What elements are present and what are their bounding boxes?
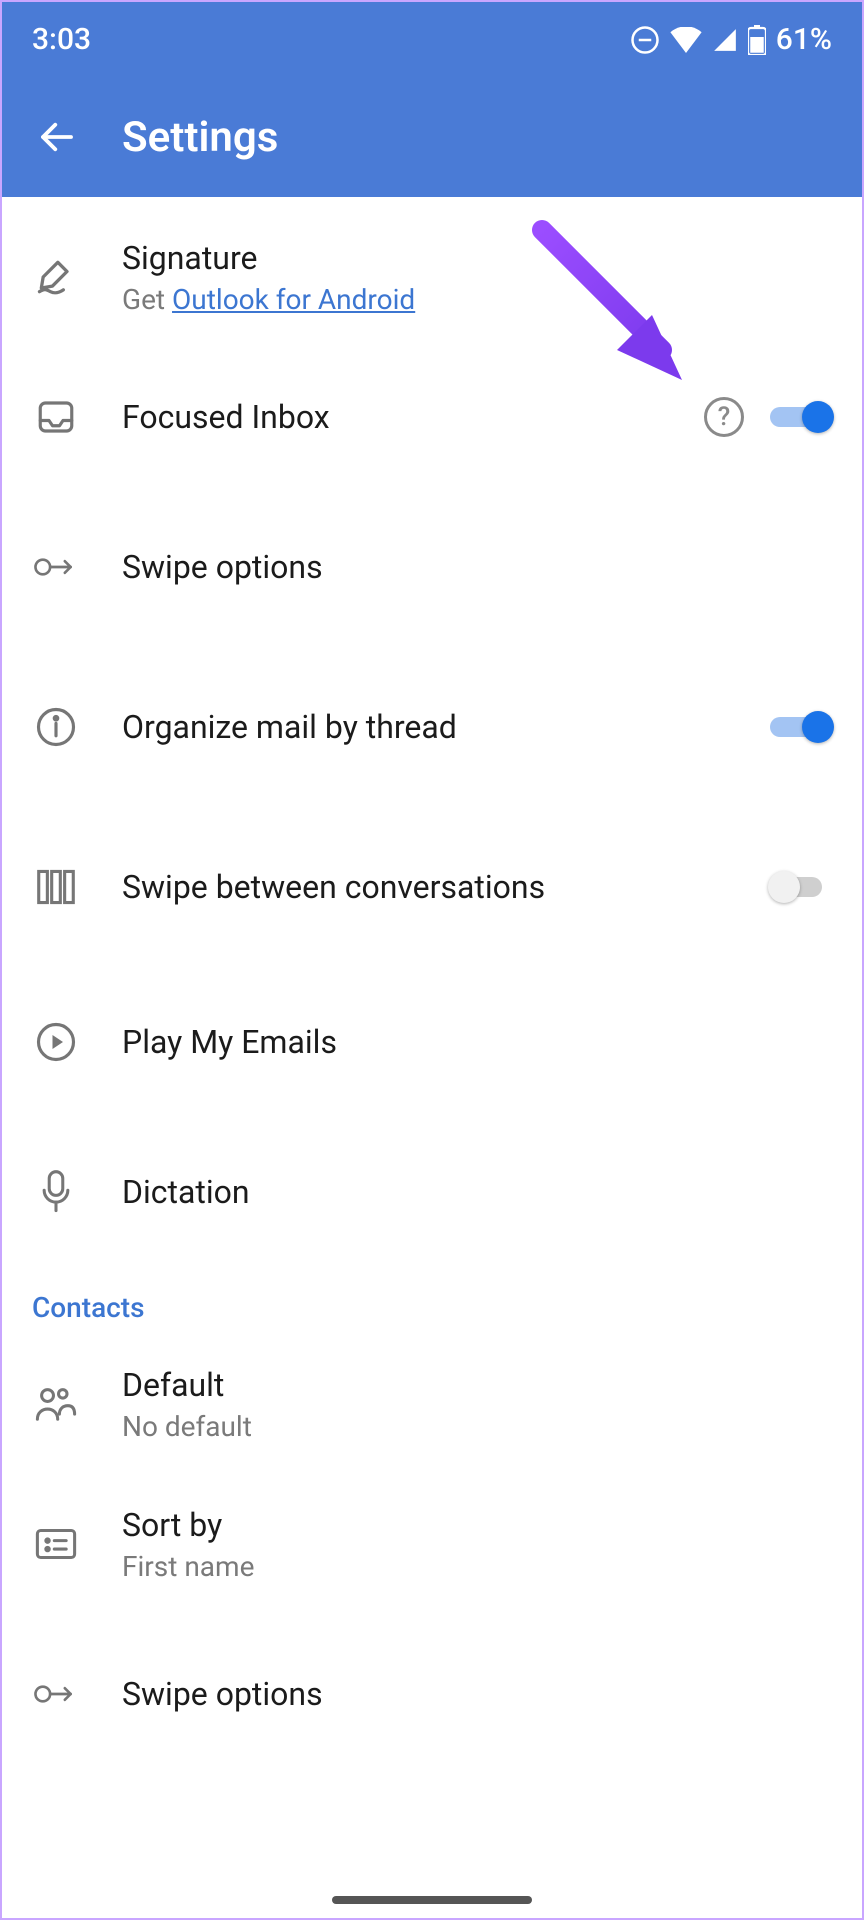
swipe-conv-toggle[interactable]: [770, 869, 832, 905]
signature-title: Signature: [122, 239, 832, 277]
contacts-sort-title: Sort by: [122, 1506, 832, 1544]
row-dictation[interactable]: Dictation: [2, 1117, 862, 1267]
play-emails-title: Play My Emails: [122, 1023, 832, 1061]
row-contacts-default[interactable]: Default No default: [2, 1334, 862, 1474]
battery-percent: 61%: [776, 22, 832, 57]
dictation-title: Dictation: [122, 1173, 832, 1211]
nav-indicator: [332, 1896, 532, 1904]
mic-icon: [38, 1170, 74, 1214]
signature-icon: [34, 255, 78, 299]
contacts-sort-sub: First name: [122, 1550, 832, 1583]
app-bar: Settings: [2, 77, 862, 197]
signal-icon: [712, 27, 738, 53]
row-contacts-sort[interactable]: Sort by First name: [2, 1474, 862, 1614]
contacts-default-title: Default: [122, 1366, 832, 1404]
swipe-icon: [34, 1679, 78, 1709]
outlook-link[interactable]: Outlook for Android: [172, 283, 415, 316]
row-swipe-conversations[interactable]: Swipe between conversations: [2, 807, 862, 967]
back-button[interactable]: [32, 112, 82, 162]
page-title: Settings: [122, 113, 278, 162]
battery-icon: [748, 25, 766, 55]
inbox-icon: [35, 396, 77, 438]
info-icon: [35, 706, 77, 748]
row-play-emails[interactable]: Play My Emails: [2, 967, 862, 1117]
row-contacts-swipe[interactable]: Swipe options: [2, 1614, 862, 1774]
focused-inbox-toggle[interactable]: [770, 399, 832, 435]
status-bar: 3:03 61%: [2, 2, 862, 77]
swipe-conv-title: Swipe between conversations: [122, 868, 728, 906]
organize-thread-title: Organize mail by thread: [122, 708, 728, 746]
row-signature[interactable]: Signature Get Outlook for Android: [2, 207, 862, 347]
columns-icon: [35, 868, 77, 906]
status-icons: 61%: [630, 22, 832, 57]
focused-inbox-title: Focused Inbox: [122, 398, 662, 436]
people-icon: [34, 1385, 78, 1423]
dnd-icon: [630, 25, 660, 55]
contacts-swipe-title: Swipe options: [122, 1675, 832, 1713]
signature-subtitle: Get Outlook for Android: [122, 283, 832, 316]
row-organize-thread[interactable]: Organize mail by thread: [2, 647, 862, 807]
contacts-default-sub: No default: [122, 1410, 832, 1443]
wifi-icon: [670, 27, 702, 53]
play-icon: [35, 1021, 77, 1063]
swipe-options-title: Swipe options: [122, 548, 832, 586]
card-icon: [34, 1526, 78, 1562]
organize-thread-toggle[interactable]: [770, 709, 832, 745]
arrow-left-icon: [36, 116, 78, 158]
help-icon[interactable]: ?: [704, 397, 744, 437]
row-focused-inbox[interactable]: Focused Inbox ?: [2, 347, 862, 487]
swipe-icon: [34, 552, 78, 582]
status-time: 3:03: [32, 22, 91, 57]
row-swipe-options[interactable]: Swipe options: [2, 487, 862, 647]
section-contacts: Contacts: [2, 1267, 862, 1334]
